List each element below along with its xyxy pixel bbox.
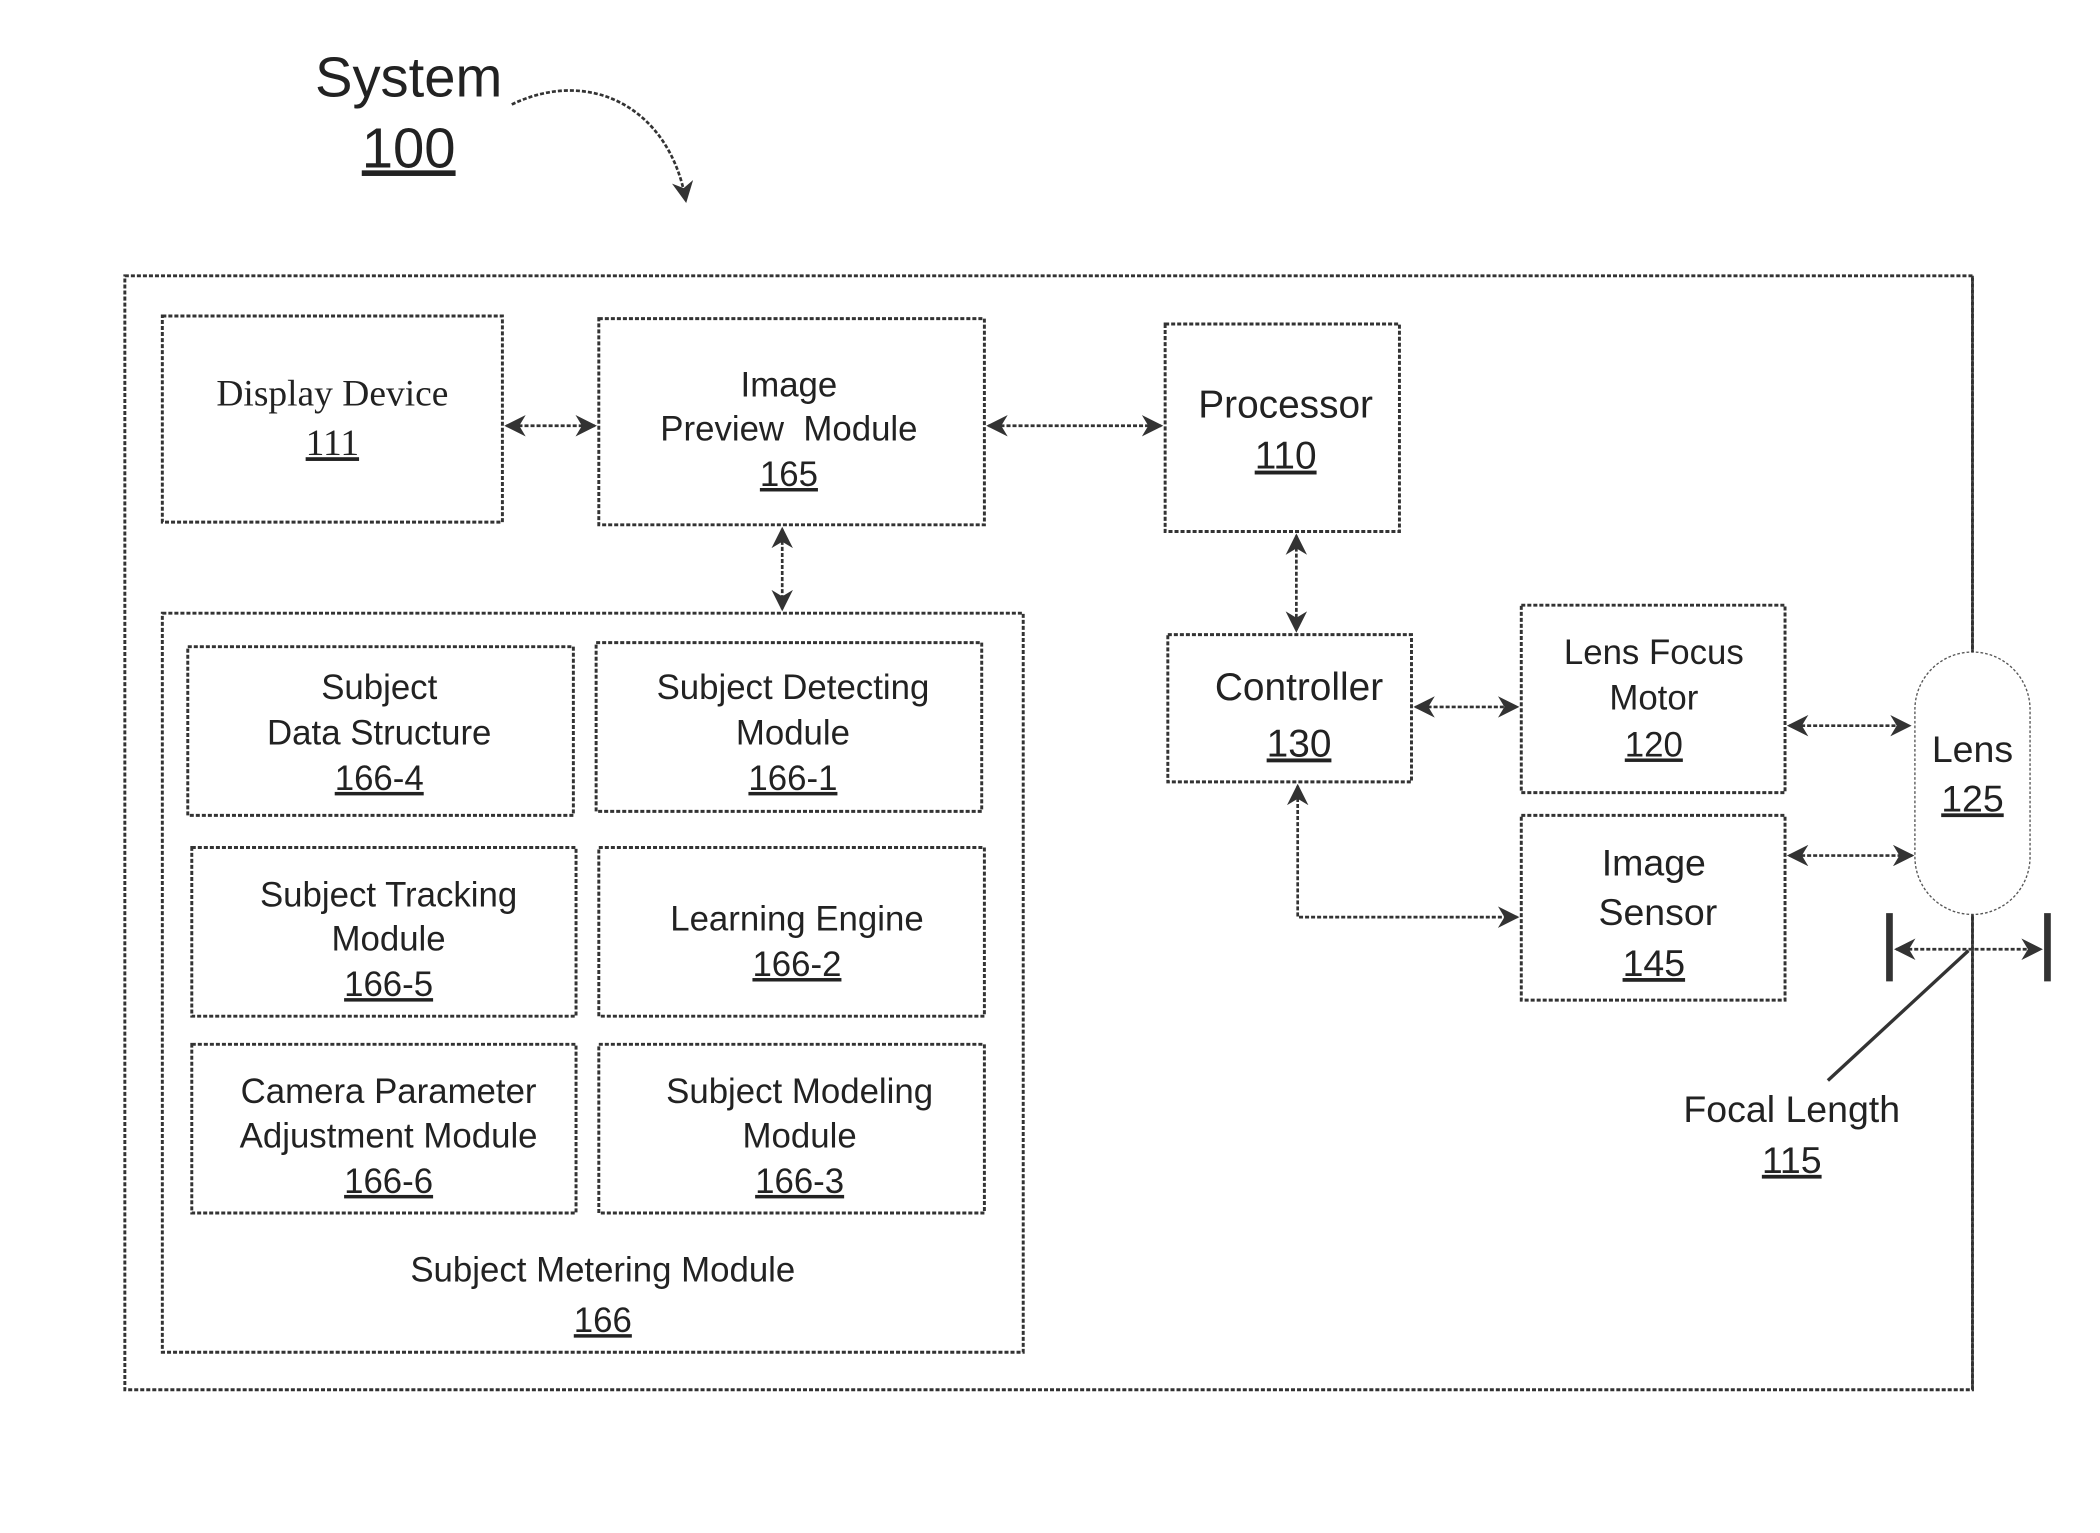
block-label: Display Device (216, 374, 448, 415)
block-label: Lens (1932, 728, 2013, 770)
block-number: 165 (760, 455, 818, 494)
system-diagram: System 100 Display Device 111 Image Prev… (123, 45, 2051, 1392)
subject-data-structure-block: Subject Data Structure 166-4 (186, 645, 575, 817)
block-label: Subject Metering Module (410, 1250, 795, 1289)
block-label: Motor (1609, 679, 1698, 718)
image-sensor-block: Image Sensor 145 (1519, 813, 1787, 1002)
system-title: System (315, 45, 502, 108)
block-label: Camera Parameter (241, 1072, 537, 1111)
block-number: 166-6 (344, 1162, 433, 1201)
display-device-block: Display Device 111 (160, 314, 504, 524)
block-number: 130 (1267, 722, 1332, 765)
block-number: 125 (1941, 777, 2004, 819)
image-preview-module-block: Image Preview Module 165 (597, 317, 986, 527)
subject-tracking-module-block: Subject Tracking Module 166-5 (190, 846, 578, 1018)
block-label: Image (741, 365, 838, 404)
system-number: 100 (362, 116, 456, 179)
block-number: 166-1 (748, 759, 837, 798)
focal-length-label: Focal Length (1683, 1088, 1900, 1130)
controller-block: Controller 130 (1166, 633, 1413, 784)
block-number: 166 (574, 1301, 632, 1340)
block-number: 111 (306, 423, 359, 464)
lens-focus-motor-block: Lens Focus Motor 120 (1519, 603, 1787, 795)
block-label: Sensor (1598, 891, 1717, 933)
focal-length-number: 115 (1762, 1139, 1822, 1181)
block-label: Subject Tracking (260, 875, 517, 914)
system-pointer-arrow (511, 89, 694, 203)
block-label: Controller (1215, 666, 1383, 709)
subject-modeling-module-block: Subject Modeling Module 166-3 (597, 1042, 986, 1215)
block-label: Adjustment Module (240, 1116, 538, 1155)
block-number: 120 (1625, 725, 1683, 764)
block-label: Subject (321, 668, 437, 707)
block-label: Module (332, 920, 446, 959)
block-label: Data Structure (267, 713, 491, 752)
block-label: Subject Detecting (657, 668, 930, 707)
block-number: 145 (1623, 942, 1686, 984)
block-label: Lens Focus (1564, 633, 1744, 672)
block-label: Subject Modeling (666, 1072, 933, 1111)
camera-parameter-adjustment-module-block: Camera Parameter Adjustment Module 166-6 (190, 1042, 578, 1215)
block-number: 166-2 (752, 945, 841, 984)
block-label: Learning Engine (670, 900, 923, 939)
subject-detecting-module-block: Subject Detecting Module 166-1 (594, 641, 984, 813)
block-number: 166-4 (335, 759, 424, 798)
block-label: Image (1602, 842, 1706, 884)
block-label: Preview Module (660, 409, 917, 448)
block-number: 166-3 (755, 1162, 844, 1201)
learning-engine-block: Learning Engine 166-2 (597, 846, 986, 1018)
block-number: 166-5 (344, 965, 433, 1004)
block-number: 110 (1255, 435, 1317, 478)
lens-element: Lens 125 (1914, 651, 2031, 916)
block-label: Module (743, 1116, 857, 1155)
processor-block: Processor 110 (1163, 322, 1401, 534)
block-label: Processor (1198, 384, 1373, 427)
block-label: Module (736, 713, 850, 752)
